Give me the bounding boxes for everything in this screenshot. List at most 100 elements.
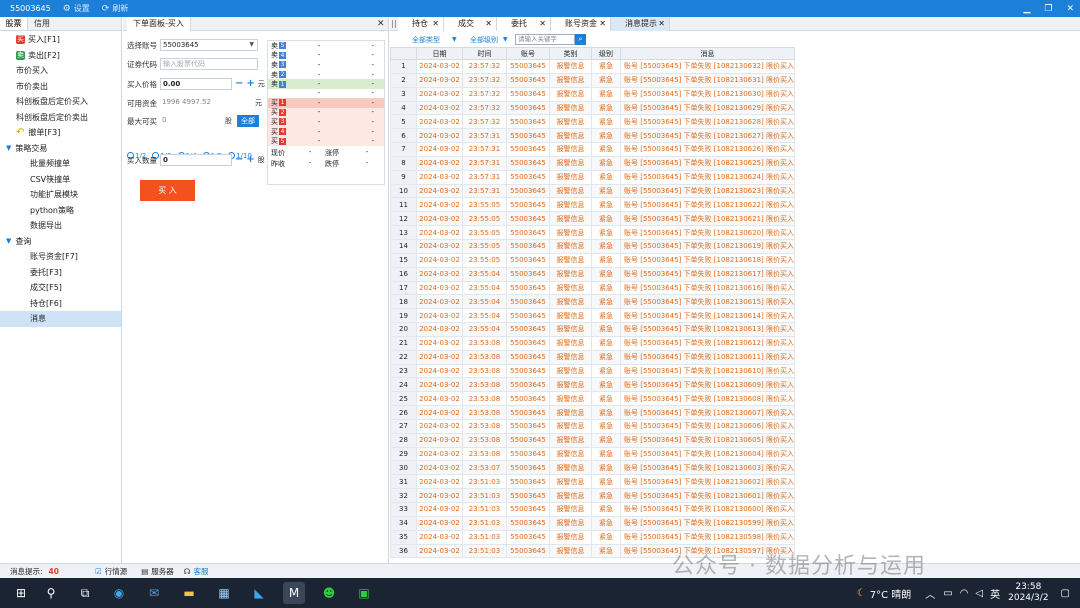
table-row[interactable]: 23 2024-03-02 23:53:08 55003645 报警信息 紧急 账号 [55… [390,363,796,379]
tab-credit[interactable]: 信用 [28,17,56,30]
tab-positions[interactable]: 持仓 ✕ [398,17,444,31]
stock-code-input[interactable]: 输入股票代码 [160,58,258,70]
table-row[interactable]: 30 2024-03-02 23:53:07 55003645 报警信息 紧急 账号 [55… [390,460,796,476]
nav-item-16[interactable]: 成交[F5] [0,280,121,296]
column-header-account[interactable]: 账号 [506,47,550,60]
file-explorer-icon[interactable]: ▬ [178,582,200,604]
table-row[interactable]: 22 2024-03-02 23:53:08 55003645 报警信息 紧急 账号 [55… [390,349,796,365]
close-icon[interactable]: ✕ [1066,4,1074,14]
table-row[interactable]: 3 2024-03-02 23:57:32 55003645 报警信息 紧急 账号 [550… [390,86,796,102]
volume-icon[interactable]: ◁ [975,588,983,599]
nav-item-12[interactable]: 数据导出 [0,218,121,234]
table-row[interactable]: 10 2024-03-02 23:57:31 55003645 报警信息 紧急 账号 [55… [390,183,796,199]
close-icon[interactable]: ✕ [432,17,439,31]
account-select[interactable]: 55003645 ▼ [160,39,258,51]
table-row[interactable]: 26 2024-03-02 23:53:08 55003645 报警信息 紧急 账号 [55… [390,405,796,420]
tab-messages[interactable]: 消息提示 ✕ [611,17,670,31]
table-row[interactable]: 27 2024-03-02 23:53:08 55003645 报警信息 紧急 账号 [55… [390,418,796,434]
table-row[interactable]: 8 2024-03-02 23:57:31 55003645 报警信息 紧急 账号 [550… [390,155,796,171]
terminal-icon[interactable]: ▣ [353,582,375,604]
table-row[interactable]: 15 2024-03-02 23:55:05 55003645 报警信息 紧急 账号 [55… [390,252,796,268]
table-row[interactable]: 11 2024-03-02 23:55:05 55003645 报警信息 紧急 账号 [55… [390,197,796,213]
close-icon[interactable]: ✕ [658,17,665,31]
close-icon[interactable]: ✕ [485,17,492,31]
table-row[interactable]: 20 2024-03-02 23:55:04 55003645 报警信息 紧急 账号 [55… [390,322,796,337]
table-row[interactable]: 1 2024-03-02 23:57:32 55003645 报警信息 紧急 账号 [550… [390,59,796,74]
table-row[interactable]: 24 2024-03-02 23:53:08 55003645 报警信息 紧急 账号 [55… [390,377,796,393]
buy-button[interactable]: 买 入 [140,180,195,201]
close-icon[interactable]: ✕ [539,17,546,31]
close-icon[interactable]: ✕ [377,17,385,31]
search-icon[interactable]: ⚲ [40,582,62,604]
network-icon[interactable]: ◠ [960,588,969,599]
table-row[interactable]: 31 2024-03-02 23:51:03 55003645 报警信息 紧急 账号 [55… [390,474,796,490]
nav-item-2[interactable]: 市价买入 [0,63,121,79]
nav-item-8[interactable]: 批量频撞单 [0,156,121,172]
table-row[interactable]: 16 2024-03-02 23:55:04 55003645 报警信息 紧急 账号 [55… [390,266,796,282]
all-button[interactable]: 全部 [237,115,259,127]
table-row[interactable]: 19 2024-03-02 23:55:04 55003645 报警信息 紧急 账号 [55… [390,308,796,324]
nav-item-3[interactable]: 市价卖出 [0,79,121,95]
nav-item-1[interactable]: 卖卖出[F2] [0,48,121,64]
table-row[interactable]: 9 2024-03-02 23:57:31 55003645 报警信息 紧急 账号 [550… [390,169,796,185]
mail-icon[interactable]: ✉ [143,582,165,604]
table-row[interactable]: 14 2024-03-02 23:55:05 55003645 报警信息 紧急 账号 [55… [390,238,796,254]
sell-level-4[interactable]: 卖4 - - [268,51,384,61]
table-row[interactable]: 29 2024-03-02 23:53:08 55003645 报警信息 紧急 账号 [55… [390,446,796,462]
close-icon[interactable]: ✕ [599,17,606,31]
nav-item-0[interactable]: 买买入[F1] [0,32,121,48]
buy-level-2[interactable]: 买2 - - [268,108,384,118]
nav-item-5[interactable]: 科创板盘后定价卖出 [0,110,121,126]
tab-stock[interactable]: 股票 [0,17,28,30]
table-row[interactable]: 17 2024-03-02 23:55:04 55003645 报警信息 紧急 账号 [55… [390,280,796,296]
buy-level-5[interactable]: 买5 - - [268,136,384,146]
server-button[interactable]: ▤ 服务器 [141,566,174,577]
quantity-decrease-button[interactable]: − [235,154,243,166]
search-icon[interactable]: ⌕ [575,34,586,45]
tab-scroll-handle[interactable] [392,20,396,28]
wechat-icon[interactable]: ☻ [318,582,340,604]
table-row[interactable]: 6 2024-03-02 23:57:31 55003645 报警信息 紧急 账号 [550… [390,128,796,144]
table-row[interactable]: 34 2024-03-02 23:51:03 55003645 报警信息 紧急 账号 [55… [390,515,796,531]
type-filter[interactable]: 全部类型 ▼ [412,34,457,45]
quote-source-button[interactable]: ☑ 行情源 [95,566,127,577]
vscode-icon[interactable]: ◣ [248,582,270,604]
nav-item-4[interactable]: 科创板盘后定价买入 [0,94,121,110]
column-header-category[interactable]: 类别 [549,47,592,60]
column-header-time[interactable]: 时间 [462,47,507,60]
sell-level-3[interactable]: 卖3 - - [268,60,384,70]
maximize-icon[interactable]: ❐ [1044,4,1052,14]
windows-start-icon[interactable]: ⊞ [10,582,32,604]
table-row[interactable]: 35 2024-03-02 23:51:03 55003645 报警信息 紧急 账号 [55… [390,529,796,545]
buy-level-1[interactable]: 买1 - - [268,97,384,108]
sell-level-5[interactable]: 卖5 - - [268,41,384,51]
input-language[interactable]: 英 [990,586,1000,601]
tab-account-funds[interactable]: 账号资金 ✕ [551,17,611,31]
task-view-icon[interactable]: ⧉ [74,582,96,604]
caret-down-icon[interactable]: ▼ [6,237,11,245]
table-row[interactable]: 5 2024-03-02 23:57:32 55003645 报警信息 紧急 账号 [550… [390,114,796,130]
nav-item-14[interactable]: 账号资金[F7] [0,249,121,265]
chevron-up-icon[interactable]: ︿ [925,586,935,601]
table-row[interactable]: 25 2024-03-02 23:53:08 55003645 报警信息 紧急 账号 [55… [390,391,796,407]
table-row[interactable]: 12 2024-03-02 23:55:05 55003645 报警信息 紧急 账号 [55… [390,211,796,227]
nav-item-18[interactable]: 消息 [0,311,121,327]
quantity-input[interactable]: 0 [160,154,232,166]
level-filter[interactable]: 全部级别 ▼ [470,34,508,45]
nav-item-15[interactable]: 委托[F3] [0,265,121,281]
table-row[interactable]: 13 2024-03-02 23:55:05 55003645 报警信息 紧急 账号 [55… [390,225,796,240]
table-row[interactable]: 33 2024-03-02 23:51:03 55003645 报警信息 紧急 账号 [55… [390,502,796,517]
buy-level-4[interactable]: 买4 - - [268,127,384,137]
nav-item-10[interactable]: 功能扩展模块 [0,187,121,203]
notification-icon[interactable]: ▢ [1061,588,1070,599]
column-header-date[interactable]: 日期 [416,47,463,60]
sell-level-1[interactable]: 卖1 - - [268,79,384,89]
weather-text[interactable]: 7°C 晴朗 [870,586,912,601]
tab-trades[interactable]: 成交 ✕ [444,17,497,31]
settings-button[interactable]: ⚙ 设置 [63,3,90,14]
refresh-button[interactable]: ⟳ 刷新 [102,3,129,14]
table-row[interactable]: 28 2024-03-02 23:53:08 55003645 报警信息 紧急 账号 [55… [390,432,796,448]
nav-item-6[interactable]: ↶ 撤单[F3] [0,125,121,141]
nav-item-11[interactable]: python策略 [0,203,121,219]
table-row[interactable]: 32 2024-03-02 23:51:03 55003645 报警信息 紧急 账号 [55… [390,488,796,503]
